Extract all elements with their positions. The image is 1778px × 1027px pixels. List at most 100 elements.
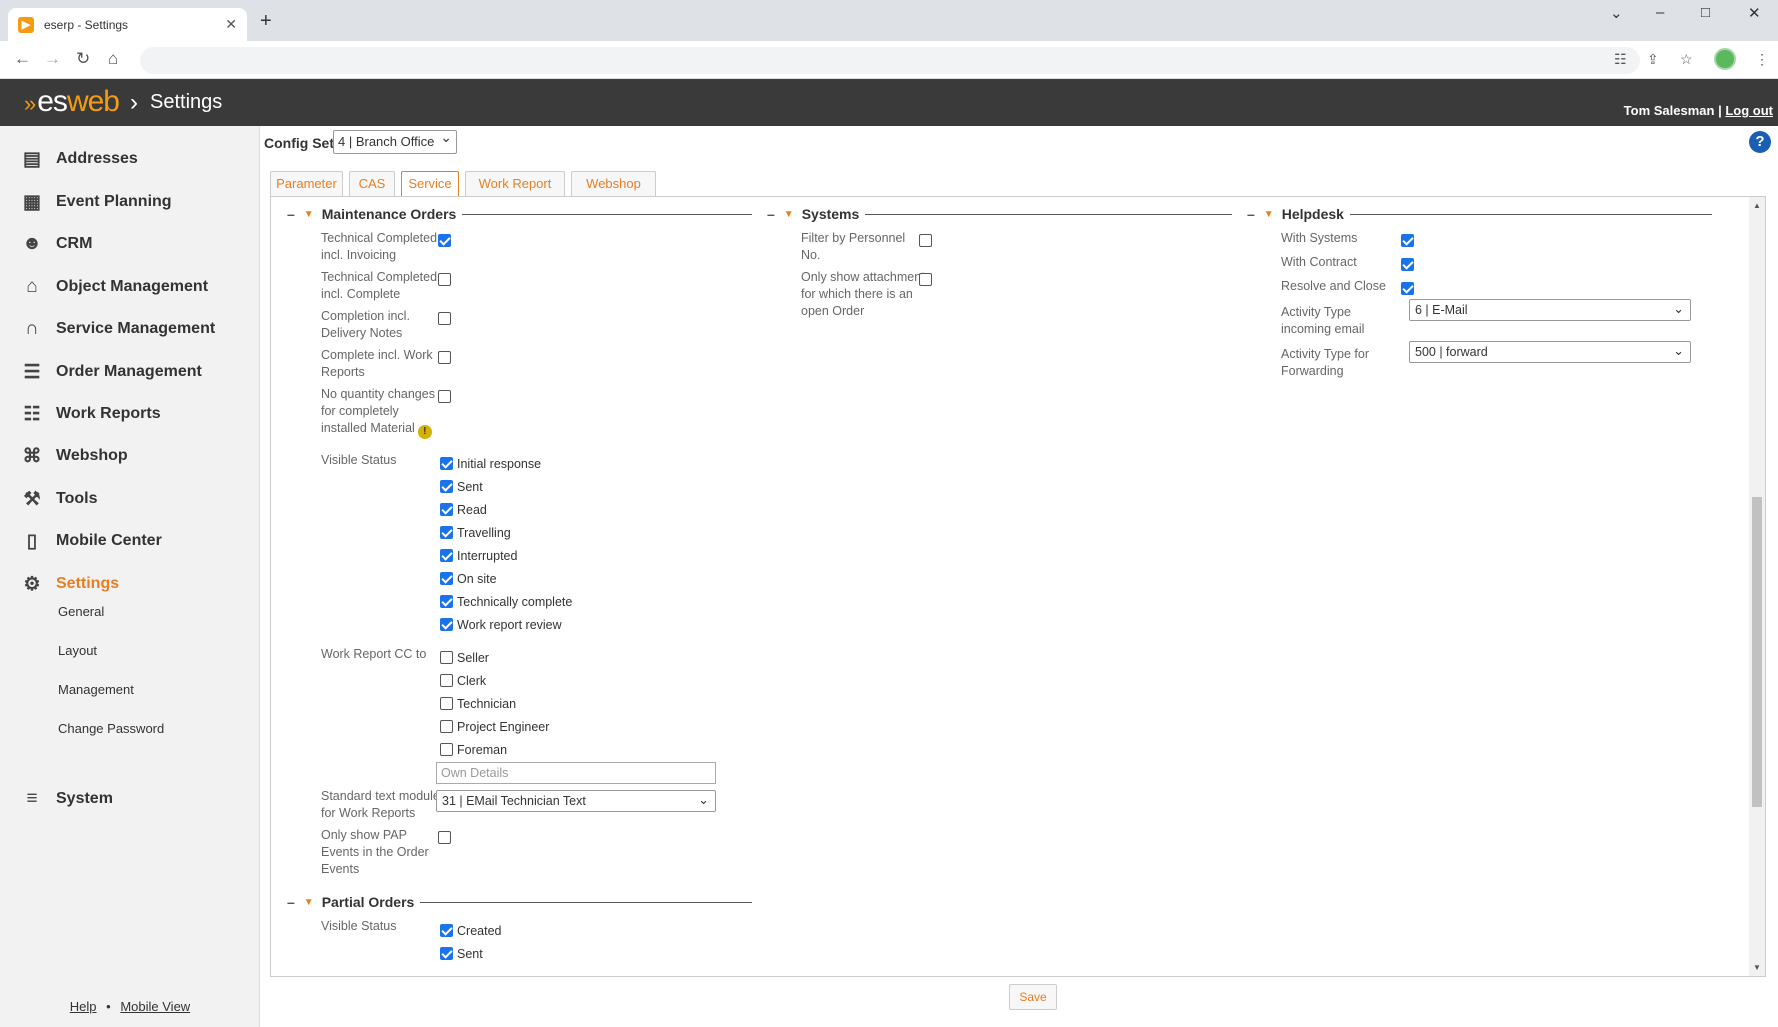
user-area: Tom Salesman | Log out xyxy=(1624,103,1773,118)
status-travelling-checkbox[interactable] xyxy=(440,526,453,539)
tab-cas[interactable]: CAS xyxy=(349,171,395,196)
tech-completed-complete-checkbox[interactable] xyxy=(438,273,451,286)
help-icon[interactable]: ? xyxy=(1749,131,1771,153)
tech-completed-complete-label: Technical Completed incl. Complete xyxy=(321,270,438,301)
only-show-attachments-label: Only show attachments for which there is… xyxy=(801,270,931,318)
back-icon[interactable]: ← xyxy=(14,49,31,69)
status-work-report-review-checkbox[interactable] xyxy=(440,618,453,631)
activity-type-forwarding-value: 500 | forward xyxy=(1415,345,1488,359)
bookmark-star-icon[interactable]: ☆ xyxy=(1680,51,1693,68)
reload-icon[interactable]: ↻ xyxy=(76,49,90,69)
sidebar-item-label: CRM xyxy=(56,235,93,252)
breadcrumb-chevron-icon: › xyxy=(130,89,138,116)
config-set-select[interactable]: 4 | Branch Office xyxy=(333,129,457,154)
profile-avatar[interactable] xyxy=(1714,48,1736,70)
sidebar-subitem-change-password[interactable]: Change Password xyxy=(58,721,164,736)
logout-link[interactable]: Log out xyxy=(1725,103,1773,118)
sidebar-item-work-reports[interactable]: ☷ Work Reports xyxy=(20,402,160,426)
tab-parameter[interactable]: Parameter xyxy=(270,171,343,196)
scrollbar-thumb[interactable] xyxy=(1752,497,1762,807)
status-read-checkbox[interactable] xyxy=(440,503,453,516)
share-icon[interactable]: ⇪ xyxy=(1647,51,1659,68)
standard-text-module-label: Standard text module for Work Reports xyxy=(321,789,440,820)
mobile-view-link[interactable]: Mobile View xyxy=(120,999,190,1014)
sidebar-item-mobile-center[interactable]: ▯ Mobile Center xyxy=(20,529,162,553)
cc-technician-checkbox[interactable] xyxy=(440,697,453,710)
config-set-value: 4 | Branch Office xyxy=(338,134,435,149)
filter-personnel-checkbox[interactable] xyxy=(919,234,932,247)
partial-status-created-checkbox[interactable] xyxy=(440,924,453,937)
status-initial-response-checkbox[interactable] xyxy=(440,457,453,470)
tab-webshop[interactable]: Webshop xyxy=(571,171,656,196)
helpdesk-header[interactable]: – ▼ Helpdesk xyxy=(1247,206,1712,222)
tech-completed-invoicing-checkbox[interactable] xyxy=(438,234,451,247)
tab-service[interactable]: Service xyxy=(401,171,459,197)
minimize-icon[interactable]: – xyxy=(1656,4,1664,21)
no-quantity-changes-checkbox[interactable] xyxy=(438,390,451,403)
sidebar-item-addresses[interactable]: ▤ Addresses xyxy=(20,147,138,171)
status-technically-complete-checkbox[interactable] xyxy=(440,595,453,608)
close-tab-icon[interactable]: ✕ xyxy=(225,16,237,33)
scroll-up-icon[interactable]: ▲ xyxy=(1753,201,1761,210)
partial-visible-status-label: Visible Status xyxy=(321,919,397,933)
sidebar-item-event-planning[interactable]: ▦ Event Planning xyxy=(20,190,172,214)
sidebar-item-system[interactable]: ≡ System xyxy=(20,787,112,811)
panel-scrollbar[interactable]: ▲ ▼ xyxy=(1749,197,1765,976)
pap-events-checkbox[interactable] xyxy=(438,831,451,844)
sidebar-subitem-general[interactable]: General xyxy=(58,604,104,619)
complete-work-reports-checkbox[interactable] xyxy=(438,351,451,364)
status-sent-checkbox[interactable] xyxy=(440,480,453,493)
tab-search-icon[interactable]: ⌄ xyxy=(1610,4,1623,22)
sidebar-item-service-management[interactable]: ∩ Service Management xyxy=(20,317,215,341)
sidebar-subitem-layout[interactable]: Layout xyxy=(58,643,97,658)
cc-seller-checkbox[interactable] xyxy=(440,651,453,664)
resolve-close-checkbox[interactable] xyxy=(1401,282,1414,295)
status-technically-complete-label: Technically complete xyxy=(457,595,573,609)
page-title: Settings xyxy=(150,91,223,113)
tab-work-report[interactable]: Work Report xyxy=(465,171,565,196)
headset-icon: ∩ xyxy=(25,318,39,339)
systems-header[interactable]: – ▼ Systems xyxy=(767,206,1232,222)
forward-icon[interactable]: → xyxy=(44,49,61,69)
browser-menu-icon[interactable]: ⋮ xyxy=(1755,51,1769,68)
sidebar-item-object-management[interactable]: ⌂ Object Management xyxy=(20,275,208,299)
partial-status-sent-checkbox[interactable] xyxy=(440,947,453,960)
sidebar-item-tools[interactable]: ⚒ Tools xyxy=(20,487,97,511)
maximize-icon[interactable]: □ xyxy=(1701,4,1710,21)
save-button[interactable]: Save xyxy=(1009,984,1057,1010)
with-contract-checkbox[interactable] xyxy=(1401,258,1414,271)
standard-text-module-select[interactable]: 31 | EMail Technician Text ⌄ xyxy=(436,790,716,812)
caret-down-icon: ▼ xyxy=(303,896,314,908)
partial-orders-header[interactable]: – ▼ Partial Orders xyxy=(287,894,752,910)
own-details-input[interactable]: Own Details xyxy=(436,762,716,784)
only-show-attachments-checkbox[interactable] xyxy=(919,273,932,286)
sidebar-item-settings[interactable]: ⚙ Settings xyxy=(20,572,119,596)
section-title: Maintenance Orders xyxy=(321,206,457,222)
sidebar-item-crm[interactable]: ☻ CRM xyxy=(20,232,92,256)
completion-delivery-notes-checkbox[interactable] xyxy=(438,312,451,325)
status-on-site-checkbox[interactable] xyxy=(440,572,453,585)
activity-type-forwarding-select[interactable]: 500 | forward ⌄ xyxy=(1409,341,1691,363)
cc-foreman-checkbox[interactable] xyxy=(440,743,453,756)
translate-icon[interactable]: ☷ xyxy=(1614,51,1627,68)
sidebar-item-webshop[interactable]: ⌘ Webshop xyxy=(20,444,128,468)
cc-project-engineer-checkbox[interactable] xyxy=(440,720,453,733)
sidebar-subitem-management[interactable]: Management xyxy=(58,682,134,697)
cc-clerk-checkbox[interactable] xyxy=(440,674,453,687)
browser-tab[interactable]: ▶ eserp - Settings ✕ xyxy=(8,8,247,41)
home-icon[interactable]: ⌂ xyxy=(108,49,118,69)
status-interrupted-checkbox[interactable] xyxy=(440,549,453,562)
sidebar-item-order-management[interactable]: ☰ Order Management xyxy=(20,360,201,384)
help-link[interactable]: Help xyxy=(70,999,97,1014)
esweb-logo[interactable]: »esweb xyxy=(24,85,120,119)
activity-type-email-select[interactable]: 6 | E-Mail ⌄ xyxy=(1409,299,1691,321)
maintenance-orders-header[interactable]: – ▼ Maintenance Orders xyxy=(287,206,752,222)
warning-icon[interactable]: ! xyxy=(417,425,432,439)
new-tab-icon[interactable]: + xyxy=(260,10,272,33)
address-input[interactable] xyxy=(140,47,1640,74)
window-close-icon[interactable]: ✕ xyxy=(1748,4,1761,22)
app-header: »esweb › Settings Tom Salesman | Log out xyxy=(0,79,1778,126)
scroll-down-icon[interactable]: ▼ xyxy=(1753,963,1761,972)
with-systems-checkbox[interactable] xyxy=(1401,234,1414,247)
sidebar-footer: Help • Mobile View xyxy=(0,999,260,1014)
